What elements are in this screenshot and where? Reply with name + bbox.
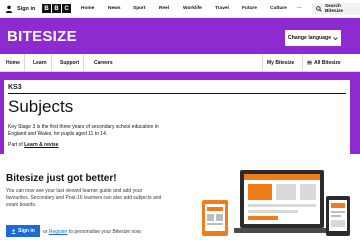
chevron-down-icon: [333, 36, 338, 40]
local-nav: Home Learn Support Careers My Bitesize A…: [0, 54, 360, 72]
global-bar: Sign in B B C Home News Sport Reel Workl…: [0, 0, 360, 18]
change-language-button[interactable]: Change language: [285, 30, 341, 46]
all-bitesize-menu[interactable]: All Bitesize: [302, 54, 345, 71]
page-description: Key Stage 3 is the first three years of …: [8, 124, 159, 137]
global-nav-culture[interactable]: Culture: [270, 6, 287, 11]
signin-button[interactable]: Sign in: [6, 225, 40, 237]
bbc-logo[interactable]: B B C: [42, 4, 71, 13]
laptop-illustration: [234, 170, 330, 233]
global-signin-label: Sign in: [17, 6, 36, 12]
global-signin-link[interactable]: Sign in: [5, 0, 35, 18]
global-search-label: Search Bitesize: [324, 4, 344, 14]
tablet-illustration: [326, 196, 350, 236]
global-nav-more[interactable]: ···: [297, 6, 302, 11]
my-bitesize-label: My Bitesize: [267, 59, 295, 66]
global-nav-reel[interactable]: Reel: [159, 6, 169, 11]
page-title: Subjects: [8, 97, 74, 116]
part-of-line: Part of Learn & revise: [8, 142, 59, 148]
promo-title: Bitesize just got better!: [6, 173, 117, 184]
search-icon: [316, 6, 322, 12]
global-nav-travel[interactable]: Travel: [215, 6, 229, 11]
learn-revise-link[interactable]: Learn & revise: [24, 142, 58, 148]
register-line: or Register to personalise your Bitesize…: [43, 229, 142, 235]
global-nav-worklife[interactable]: Worklife: [183, 6, 202, 11]
key-stage-label: KS3: [8, 84, 22, 91]
global-nav-news[interactable]: News: [108, 6, 121, 11]
bitesize-logo[interactable]: BITESIZE: [7, 28, 77, 45]
global-search[interactable]: Search Bitesize: [312, 3, 360, 15]
devices-illustration: [202, 170, 350, 236]
global-nav-sport[interactable]: Sport: [133, 6, 146, 11]
local-nav-careers-label: Careers: [94, 59, 113, 66]
all-bitesize-label: All Bitesize: [314, 59, 341, 66]
global-nav-home[interactable]: Home: [81, 6, 94, 11]
local-nav-learn[interactable]: Learn: [29, 54, 52, 71]
user-icon: [5, 5, 13, 13]
my-bitesize-link[interactable]: My Bitesize: [262, 54, 298, 71]
bbc-logo-block-b1: B: [42, 4, 51, 13]
register-suffix: to personalise your Bitesize now.: [68, 229, 142, 235]
local-nav-learn-label: Learn: [33, 59, 47, 66]
local-nav-support-label: Support: [60, 59, 80, 66]
user-icon: [11, 228, 16, 234]
register-or: or: [43, 229, 48, 235]
bbc-logo-block-c: C: [62, 4, 71, 13]
signin-button-label: Sign in: [18, 228, 35, 234]
phone-illustration: [202, 200, 228, 236]
page-header-panel: KS3 Subjects Key Stage 3 is the first th…: [4, 80, 350, 154]
register-link[interactable]: Register: [49, 229, 68, 235]
global-nav-future[interactable]: Future: [242, 6, 257, 11]
local-nav-home-label: Home: [6, 59, 20, 66]
promo-text: You can now see your last viewed learner…: [6, 188, 162, 208]
part-of-prefix: Part of: [8, 142, 23, 148]
key-stage-divider: [8, 93, 346, 94]
local-nav-support[interactable]: Support: [56, 54, 85, 71]
change-language-label: Change language: [287, 35, 332, 41]
local-nav-home[interactable]: Home: [2, 54, 25, 71]
menu-icon: [307, 60, 312, 65]
bbc-logo-block-b2: B: [52, 4, 61, 13]
local-nav-careers[interactable]: Careers: [90, 54, 117, 71]
